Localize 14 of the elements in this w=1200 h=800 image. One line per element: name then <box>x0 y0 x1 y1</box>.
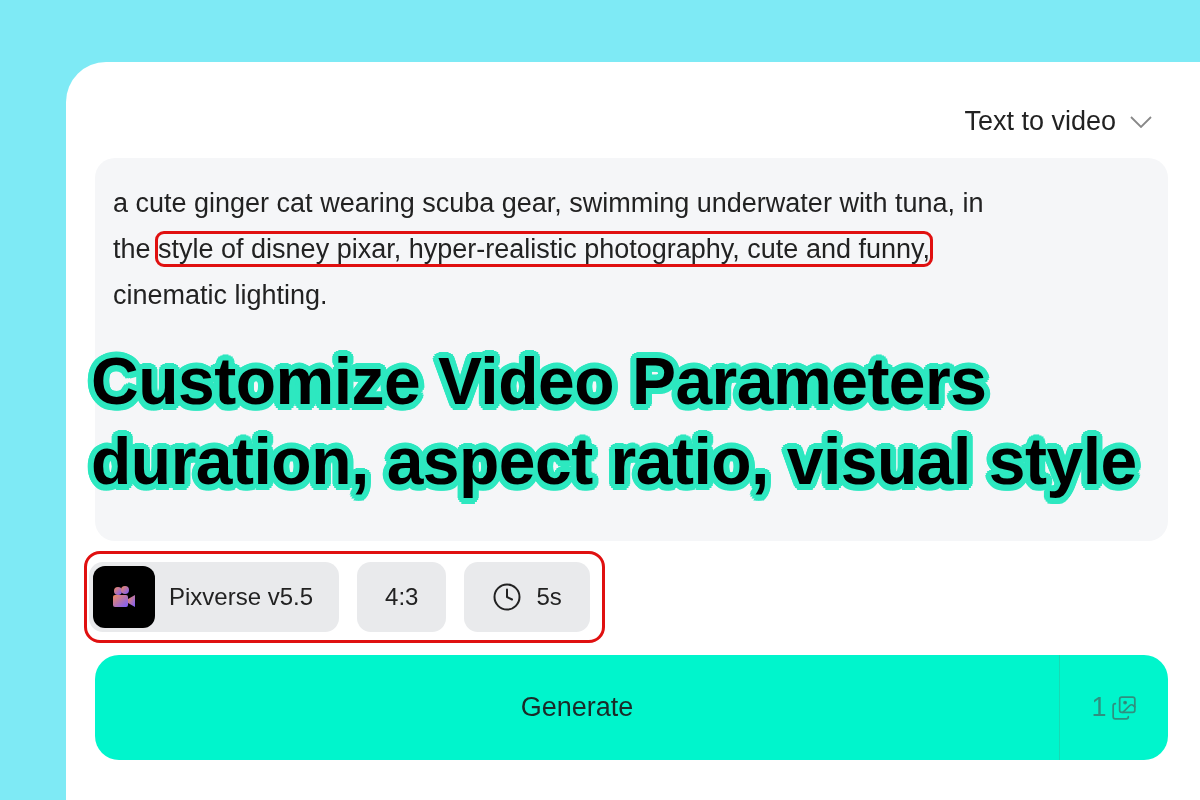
mode-dropdown[interactable]: Text to video <box>964 106 1152 137</box>
generate-button[interactable]: Generate <box>95 655 1059 760</box>
prompt-field[interactable] <box>95 158 1168 541</box>
chevron-down-icon <box>1130 115 1152 128</box>
clock-icon <box>492 582 523 612</box>
duration-select[interactable]: 5s <box>464 562 590 632</box>
headline-text: Customize Video Parameters <box>91 343 988 420</box>
credit-count: 1 <box>1091 692 1107 723</box>
prompt-text: a cute ginger cat wearing scuba gear, swimming underwater with tuna, in the style of disney pixar, hyper-realistic photography, cute and funny, cinematic lighting. <box>113 187 985 312</box>
model-select[interactable]: Pixverse v5.5 <box>89 562 340 632</box>
images-icon <box>1110 694 1137 721</box>
headline-text: duration, aspect ratio, visual style <box>91 423 1137 500</box>
video-camera-icon <box>112 586 136 608</box>
aspect-ratio-select[interactable]: 4:3 <box>357 562 447 632</box>
